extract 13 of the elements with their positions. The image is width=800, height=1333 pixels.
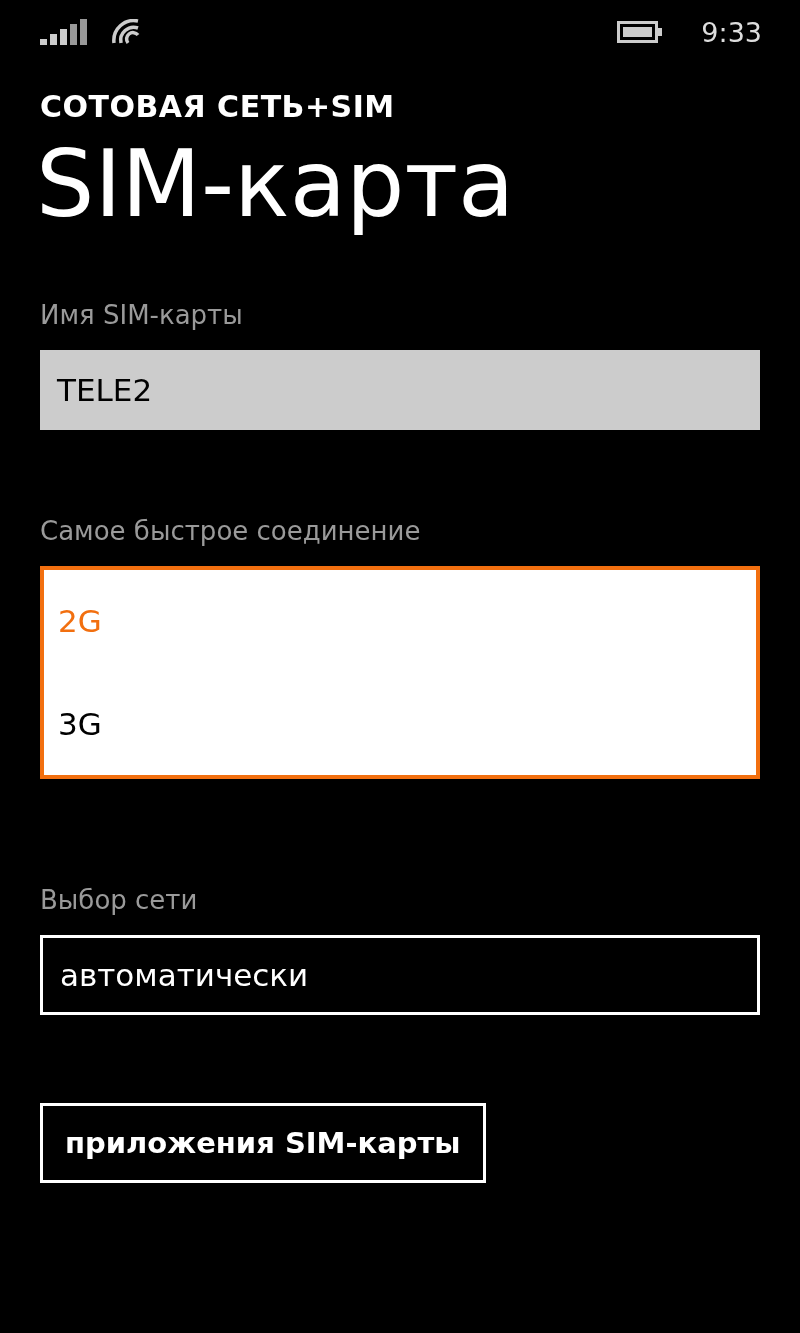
sim-name-field[interactable]: TELE2: [40, 350, 760, 430]
page-title: SIM-карта: [36, 130, 516, 240]
app-title: СОТОВАЯ СЕТЬ+SIM: [40, 89, 396, 124]
field-label: Самое быстрое соединение: [40, 515, 422, 548]
sim-apps-button[interactable]: приложения SIM-карты: [40, 1103, 486, 1183]
clock-time: 9:33: [701, 16, 762, 48]
signal-icon: [40, 19, 90, 45]
connection-option[interactable]: 3G: [58, 693, 742, 754]
field-label: Выбор сети: [40, 884, 199, 917]
field-label: Имя SIM-карты: [40, 299, 244, 332]
network-selection-field[interactable]: автоматически: [40, 935, 760, 1015]
battery-icon: [617, 21, 664, 43]
wifi-icon: [110, 19, 140, 45]
